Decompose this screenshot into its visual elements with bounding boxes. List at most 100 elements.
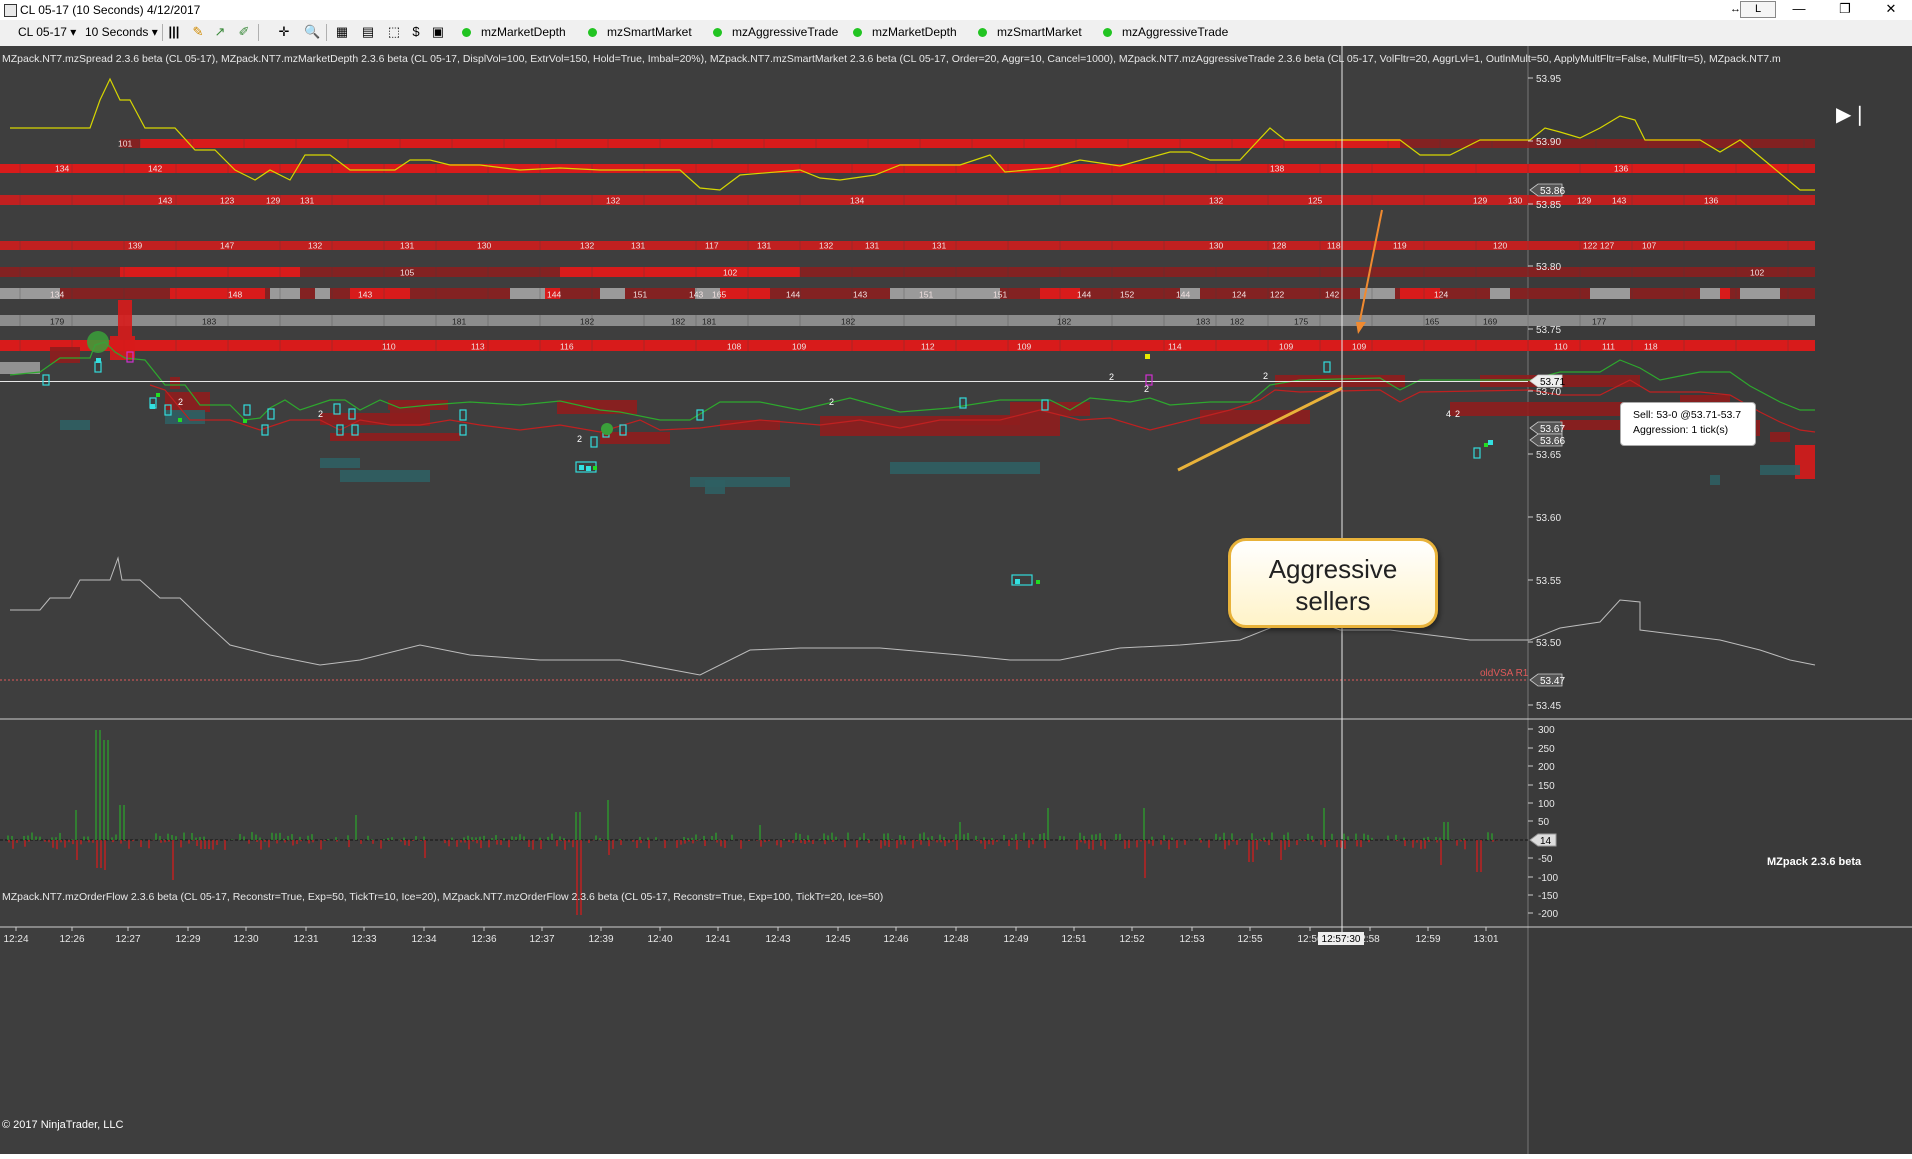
time-tick-label: 12:59 [1415,934,1440,945]
depth-volume-label: 116 [560,342,574,352]
pin-icon[interactable]: ✐ [236,24,252,40]
depth-volume-label: 177 [1592,317,1606,327]
depth-level-chip [1590,288,1630,299]
depth-volume-label: 147 [220,241,234,251]
maximize-button[interactable]: ❐ [1822,0,1868,20]
scroll-to-end-icon[interactable]: ▶❘ [1836,102,1868,127]
depth-volume-label: 120 [1493,241,1507,251]
depth-volume-label: 109 [1017,342,1031,352]
time-tick-label: 12:27 [115,934,140,945]
trade-dot [1145,354,1150,359]
depth-volume-label: 144 [786,290,800,300]
crosshair-icon[interactable]: ✛ [276,24,292,40]
depth-volume-label: 151 [993,290,1007,300]
trade-count-label: 2 [318,409,323,419]
depth-volume-label: 148 [228,290,242,300]
smart-market-block [320,458,360,468]
indicator-tab-mzmarketdepth-2[interactable]: mzMarketDepth [853,25,957,39]
chart-properties-icon[interactable]: ▦ [334,24,350,40]
toolbar-divider [162,24,163,41]
time-tick-label: 12:51 [1061,934,1086,945]
price-tick-label: 53.75 [1536,325,1561,336]
indicator-tab-mzaggressivetrade[interactable]: mzAggressiveTrade [713,25,838,39]
depth-volume-label: 131 [300,196,314,206]
copyright-text: © 2017 NinjaTrader, LLC [2,1119,124,1131]
price-tick-label: 53.65 [1536,450,1561,461]
instrument-label: CL 05-17 [18,25,67,39]
indicator-tab-label: mzAggressiveTrade [1122,25,1229,39]
status-dot [1103,28,1112,37]
instrument-selector[interactable]: CL 05-17 ▾ [18,25,76,39]
indicator-tab-label: mzAggressiveTrade [732,25,839,39]
chart-area[interactable]: 101 134 142 138 136 143 123 129 131 132 134 132 125 1… [0,46,1912,1154]
link-arrow-icon[interactable]: ↔ [1730,0,1741,20]
indicator-tab-mzsmartmarket-2[interactable]: mzSmartMarket [978,25,1082,39]
smart-market-block [1710,475,1720,485]
indicator-tab-mzaggressivetrade-2[interactable]: mzAggressiveTrade [1103,25,1228,39]
minimize-button[interactable]: — [1776,0,1822,20]
depth-level-chip [890,288,1000,299]
bar-type-icon[interactable]: ||| [166,24,182,40]
depth-volume-label: 134 [55,164,69,174]
depth-level-chip [270,288,300,299]
price-marker-label: 53.47 [1540,676,1565,687]
depth-volume-label: 109 [792,342,806,352]
indicator-tab-label: mzSmartMarket [997,25,1082,39]
price-tick-label: 53.80 [1536,262,1561,273]
data-box-icon[interactable]: ▤ [360,24,376,40]
depth-level-highlight [140,139,1400,148]
close-button[interactable]: ✕ [1868,0,1912,20]
pencil-icon[interactable]: ✎ [190,24,206,40]
depth-volume-label: 130 [1508,196,1522,206]
depth-volume-label: 108 [727,342,741,352]
indicators-icon[interactable]: ⬚ [386,24,402,40]
depth-volume-label: 143 [358,290,372,300]
time-tick-label: 12:29 [175,934,200,945]
trade-count-label: 2 [577,434,582,444]
depth-volume-label: 118 [1644,342,1658,352]
smart-market-block [170,377,180,389]
depth-volume-label: 125 [1308,196,1322,206]
axis-background [1528,46,1912,1154]
orderflow-tick-label: -200 [1538,909,1558,920]
depth-volume-label: 136 [1614,164,1628,174]
trade-dot [1488,440,1493,445]
depth-volume-label: 165 [712,290,726,300]
trade-dot [586,466,591,471]
price-tick-label: 53.45 [1536,701,1561,712]
depth-volume-label: 183 [202,317,216,327]
depth-volume-label: 144 [1176,290,1190,300]
interval-selector[interactable]: 10 Seconds ▾ [85,25,158,39]
window-list-icon[interactable]: ▣ [430,24,446,40]
strategy-icon[interactable]: $ [408,24,424,40]
large-buy-circle [87,331,109,353]
status-dot [713,28,722,37]
smart-market-block [330,433,460,441]
ninjatrader-chart-window: CL 05-17 (10 Seconds) 4/12/2017 L ↔ — ❐ … [0,0,1912,1154]
app-icon [4,4,17,17]
depth-volume-label: 118 [1327,241,1341,251]
time-tick-label: 12:33 [351,934,376,945]
smart-market-block [1760,465,1800,475]
price-indicator-label: MZpack.NT7.mzSpread 2.3.6 beta (CL 05-17… [2,53,1781,65]
link-button[interactable]: L [1740,1,1776,18]
depth-volume-label: 182 [1057,317,1071,327]
trade-tooltip: Sell: 53-0 @53.71-53.7 Aggression: 1 tic… [1620,402,1756,446]
depth-volume-label: 105 [400,268,414,278]
annotation-callout[interactable]: Aggressive sellers [1228,538,1438,628]
depth-volume-label: 143 [689,290,703,300]
depth-volume-label: 143 [853,290,867,300]
chart-canvas[interactable]: 101134 142 138 136143 123 129 131 132 134 132 125 1… [0,46,1912,1154]
depth-volume-label: 129 [1473,196,1487,206]
depth-volume-label: 142 [1325,290,1339,300]
indicator-tab-mzmarketdepth[interactable]: mzMarketDepth [462,25,566,39]
price-tick-label: 53.90 [1536,137,1561,148]
smart-market-block [705,480,725,494]
indicator-tab-mzsmartmarket[interactable]: mzSmartMarket [588,25,692,39]
indicator-tab-label: mzSmartMarket [607,25,692,39]
depth-volume-label: 127 [1600,241,1614,251]
trade-dot [593,466,597,470]
trade-dot [96,358,101,363]
draw-line-icon[interactable]: ↗ [212,24,228,40]
zoom-icon[interactable]: 🔍 [304,24,320,40]
